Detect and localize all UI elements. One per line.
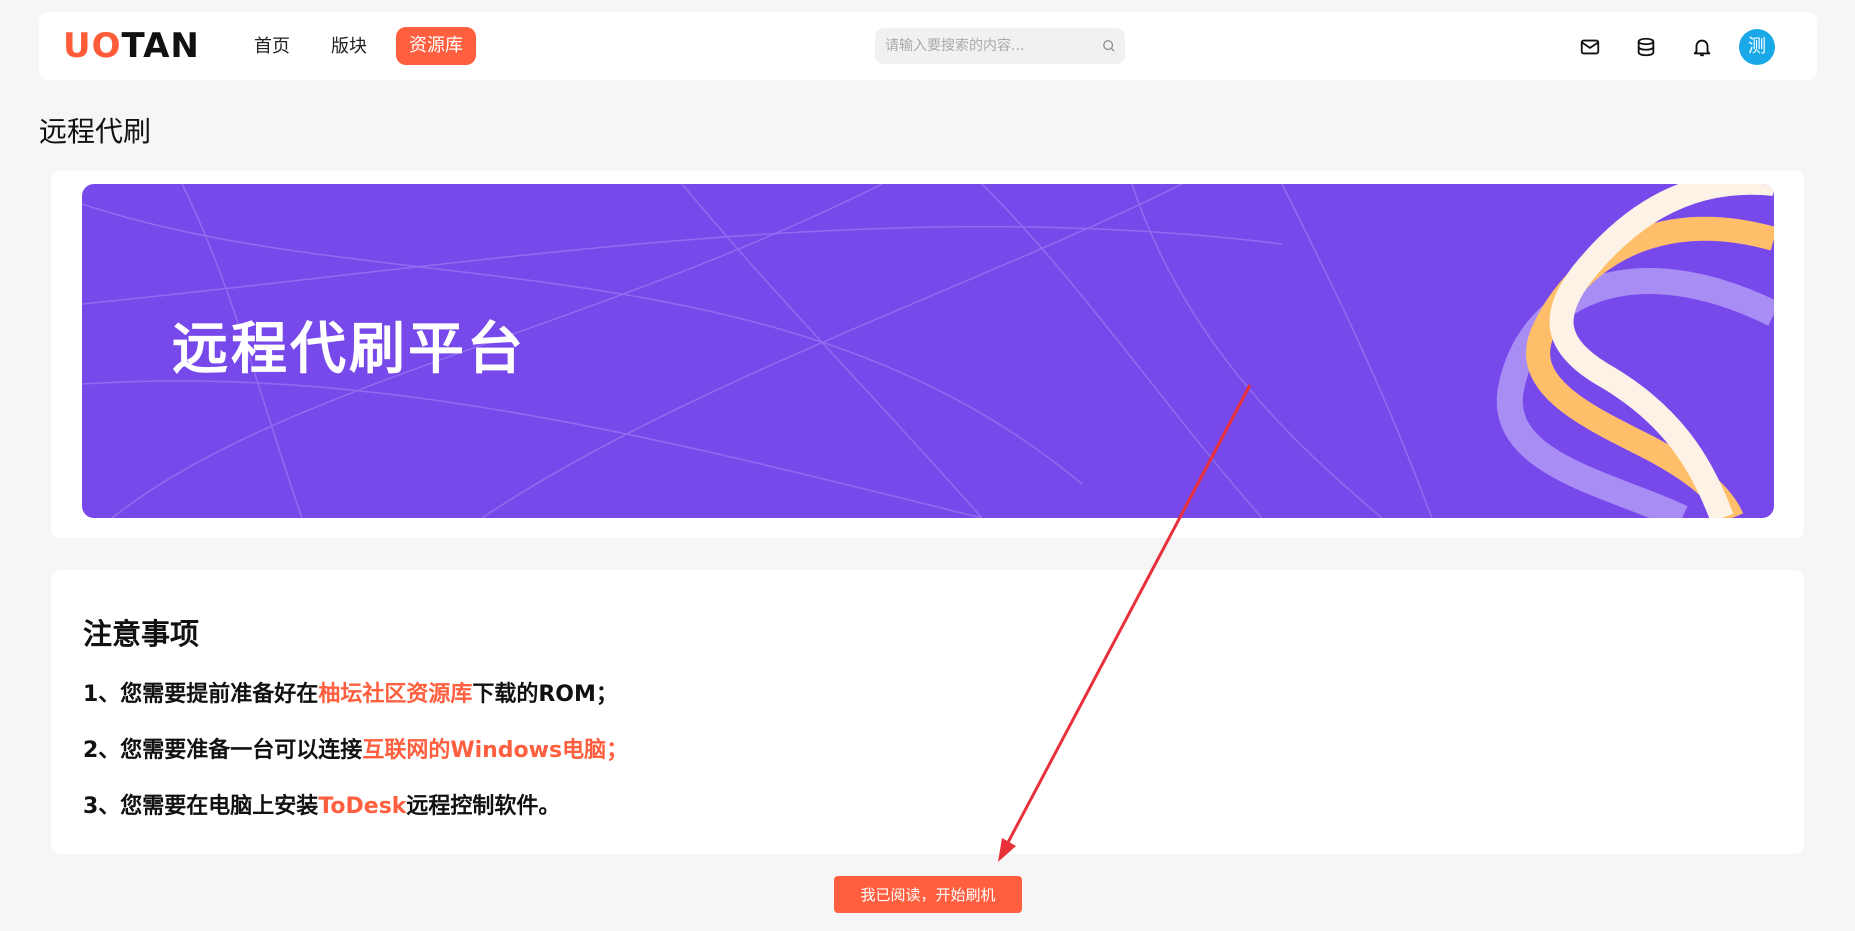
bell-icon[interactable] (1691, 36, 1713, 58)
user-avatar[interactable]: 测 (1739, 29, 1775, 65)
start-flash-button[interactable]: 我已阅读，开始刷机 (834, 876, 1022, 913)
note-item-2: 2、您需要准备一台可以连接互联网的Windows电脑； (83, 732, 628, 764)
note-text: 2、您需要准备一台可以连接 (83, 738, 363, 763)
note-text: 下载的ROM； (472, 682, 618, 707)
note-text: 3、您需要在电脑上安装 (83, 794, 319, 819)
nav-home[interactable]: 首页 (254, 29, 290, 65)
note-text: 1、您需要提前准备好在 (83, 682, 319, 707)
note-highlight: 互联网的Windows电脑； (362, 738, 629, 763)
note-item-3: 3、您需要在电脑上安装ToDesk远程控制软件。 (83, 788, 560, 820)
nav-forums[interactable]: 版块 (331, 29, 367, 65)
site-logo[interactable]: UOTAN (63, 28, 200, 64)
notes-card: 注意事项 1、您需要提前准备好在柚坛社区资源库下载的ROM； 2、您需要准备一台… (51, 570, 1804, 854)
note-highlight-link[interactable]: ToDesk (318, 794, 406, 819)
note-item-1: 1、您需要提前准备好在柚坛社区资源库下载的ROM； (83, 676, 618, 708)
nav-resources[interactable]: 资源库 (396, 27, 476, 65)
mail-icon[interactable] (1579, 36, 1601, 58)
top-navbar: UOTAN 首页 版块 资源库 测 (39, 12, 1817, 80)
note-text: 远程控制软件。 (406, 794, 561, 819)
notes-title: 注意事项 (83, 617, 200, 651)
database-icon[interactable] (1635, 36, 1657, 58)
note-highlight-link[interactable]: 柚坛社区资源库 (318, 682, 472, 707)
search-icon[interactable] (1102, 39, 1116, 53)
page-title: 远程代刷 (39, 115, 152, 148)
logo-part-tan: TAN (121, 26, 200, 66)
search-input[interactable] (875, 28, 1125, 64)
logo-part-uo: UO (63, 26, 122, 66)
banner-title: 远程代刷平台 (172, 317, 526, 382)
banner: 远程代刷平台 (82, 184, 1774, 518)
